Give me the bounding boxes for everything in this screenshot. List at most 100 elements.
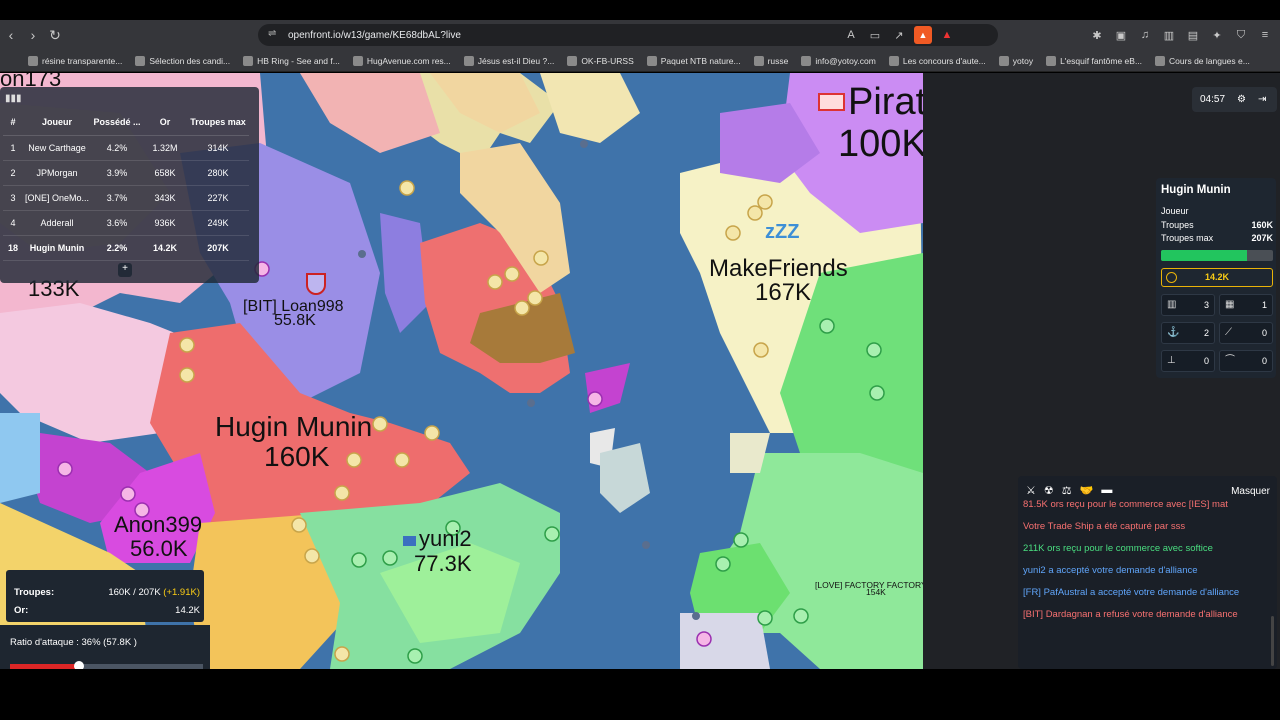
- bookmark-item[interactable]: Cours de langues e...: [1155, 55, 1250, 66]
- share-icon[interactable]: ↗: [890, 26, 908, 44]
- hide-events-button[interactable]: Masquer: [1231, 486, 1270, 497]
- defense-post-count-value: 0: [1261, 356, 1267, 366]
- stats-troops-label: Troupes:: [14, 587, 55, 598]
- events-scrollbar[interactable]: [1271, 616, 1274, 666]
- pirat-flag-icon: [818, 93, 845, 111]
- screen-icon[interactable]: ▭: [866, 26, 884, 44]
- translate-icon[interactable]: A: [842, 26, 860, 44]
- bookmark-item[interactable]: L'esquif fantôme eB...: [1046, 55, 1142, 66]
- port-count-value: 2: [1203, 328, 1209, 338]
- bookmark-favicon-icon: [28, 55, 38, 66]
- factory-count[interactable]: ▦ 1: [1219, 294, 1273, 316]
- row-rank: 18: [3, 235, 23, 261]
- troops-label: Troupes: [1161, 220, 1194, 230]
- defense-post-icon: ⏜: [1225, 355, 1235, 366]
- port-count[interactable]: ⚓ 2: [1161, 322, 1215, 344]
- screen: ‹ › ↻ ⚐ ⇌ openfront.io/w13/game/KE68dbAL…: [0, 0, 1280, 720]
- row-owned: 3.9%: [91, 160, 143, 186]
- bookmark-item[interactable]: HB Ring - See and f...: [243, 55, 340, 66]
- missile-silo-count-value: 0: [1261, 328, 1267, 338]
- bookmark-item[interactable]: yotoy: [998, 55, 1034, 66]
- bookmark-item[interactable]: Sélection des candi...: [135, 55, 230, 66]
- troops-bar-fill: [1161, 250, 1248, 261]
- sidebar-icon[interactable]: ▥: [1160, 26, 1178, 44]
- city-count[interactable]: ▥ 3: [1161, 294, 1215, 316]
- bookmark-item[interactable]: HugAvenue.com res...: [352, 55, 451, 66]
- leaderboard-row-self[interactable]: 18 Hugin Munin 2.2% 14.2K 207K: [3, 235, 249, 261]
- bookmark-item[interactable]: Paquet NTB nature...: [646, 55, 741, 66]
- menu-icon[interactable]: ≡: [1256, 26, 1274, 44]
- bookmark-label: HB Ring - See and f...: [257, 55, 340, 66]
- rewards-icon[interactable]: ▲: [938, 26, 956, 44]
- extension-icon[interactable]: ✱: [1088, 26, 1106, 44]
- attack-ratio-handle[interactable]: [74, 661, 85, 669]
- exit-icon[interactable]: ⇥: [1258, 94, 1266, 105]
- bookmark-label: yotoy: [1012, 55, 1034, 66]
- bookmark-item[interactable]: info@yotoy.com: [801, 55, 876, 66]
- missile-silo-count[interactable]: ⟋ 0: [1219, 322, 1273, 344]
- sam-launcher-count[interactable]: ⊥ 0: [1161, 350, 1215, 372]
- leaderboard-row[interactable]: 1 New Carthage 4.2% 1.32M 314K: [3, 135, 249, 161]
- row-rank: 1: [3, 135, 23, 161]
- trade-filter-icon[interactable]: ⚖: [1062, 484, 1072, 497]
- factory-troops: 154K: [866, 587, 886, 597]
- row-rank: 2: [3, 160, 23, 186]
- player-info-panel: Hugin Munin Joueur Troupes 160K Troupes …: [1156, 178, 1276, 378]
- leaderboard-row[interactable]: 2 JPMorgan 3.9% 658K 280K: [3, 160, 249, 186]
- factory-count-value: 1: [1261, 300, 1267, 310]
- bookmark-item[interactable]: Les concours d'aute...: [888, 55, 986, 66]
- port-icon: ⚓: [1167, 327, 1180, 338]
- bookmark-item[interactable]: Jésus est-il Dieu ?...: [463, 55, 554, 66]
- makefriends-troops: 167K: [755, 279, 812, 306]
- bookmark-label: Paquet NTB nature...: [660, 55, 741, 66]
- site-settings-icon[interactable]: ⇌: [268, 28, 280, 40]
- leaderboard-row[interactable]: 3 [ONE] OneMo... 3.7% 343K 227K: [3, 185, 249, 211]
- sam-launcher-icon: ⊥: [1167, 355, 1176, 366]
- max-troops-row: Troupes max 207K: [1161, 233, 1273, 243]
- wallet-icon[interactable]: ▤: [1184, 26, 1202, 44]
- leaderboard-row[interactable]: 4 Adderall 3.6% 936K 249K: [3, 210, 249, 236]
- reload-icon[interactable]: ↻: [44, 24, 66, 46]
- attack-filter-icon[interactable]: ⚔: [1026, 484, 1036, 497]
- bookmark-favicon-icon: [135, 55, 146, 66]
- defense-post-count[interactable]: ⏜ 0: [1219, 350, 1273, 372]
- bookmark-item[interactable]: russe: [753, 55, 788, 66]
- game-timer: 04:57: [1200, 94, 1226, 105]
- settings-icon[interactable]: ⚙: [1237, 94, 1246, 105]
- url-text: openfront.io/w13/game/KE68dbAL?live: [288, 29, 461, 41]
- row-max: 314K: [187, 135, 249, 161]
- row-gold: 1.32M: [143, 135, 187, 161]
- tab-icon[interactable]: ▣: [1112, 26, 1130, 44]
- stats-gold-label: Or:: [14, 605, 29, 616]
- bookmark-favicon-icon: [1155, 55, 1166, 66]
- yuni-name: yuni2: [419, 526, 472, 551]
- alliance-filter-icon[interactable]: 🤝: [1080, 484, 1094, 497]
- leaderboard-toggle-icon[interactable]: ▮▮▮: [5, 93, 22, 104]
- col-rank[interactable]: #: [3, 110, 23, 136]
- col-max-troops[interactable]: Troupes max: [187, 110, 249, 136]
- pirat-troops: 100K: [838, 123, 923, 165]
- leaderboard-expand-button[interactable]: +: [118, 263, 132, 277]
- bookmark-item[interactable]: OK-FB-URSS: [567, 55, 634, 66]
- event-message: Votre Trade Ship a été capturé par sss: [1023, 521, 1186, 532]
- troops-bar: [1161, 250, 1273, 261]
- attack-ratio-label: Ratio d'attaque : 36% (57.8K ): [10, 637, 137, 648]
- extensions: A ▭ ↗ ▲ ▲ ✱ ▣ ♫ ▥ ▤ ✦ ⛉ ≡: [842, 26, 1274, 44]
- bookmark-favicon-icon: [1046, 55, 1057, 66]
- col-player[interactable]: Joueur: [23, 110, 91, 136]
- brave-shield-icon[interactable]: ▲: [914, 26, 932, 44]
- leo-icon[interactable]: ✦: [1208, 26, 1226, 44]
- bookmark-item[interactable]: résine transparente...: [28, 55, 122, 66]
- nuke-filter-icon[interactable]: ☢: [1044, 484, 1054, 497]
- forward-icon[interactable]: ›: [22, 24, 44, 46]
- col-gold[interactable]: Or: [143, 110, 187, 136]
- events-filter-bar: ⚔ ☢ ⚖ 🤝 ▬: [1026, 484, 1112, 497]
- events-panel: ⚔ ☢ ⚖ 🤝 ▬ Masquer 81.5K ors reçu pour le…: [1018, 476, 1277, 669]
- back-icon[interactable]: ‹: [0, 24, 22, 46]
- vpn-icon[interactable]: ⛉: [1232, 26, 1250, 44]
- game-area: zZZ on173 133K Pirat 100K MakeFriends 16…: [0, 73, 1280, 669]
- stats-troops-gain: (+1.91K): [163, 587, 200, 598]
- chat-filter-icon[interactable]: ▬: [1101, 484, 1112, 497]
- music-icon[interactable]: ♫: [1136, 26, 1154, 44]
- col-owned[interactable]: Possédé ...: [91, 110, 143, 136]
